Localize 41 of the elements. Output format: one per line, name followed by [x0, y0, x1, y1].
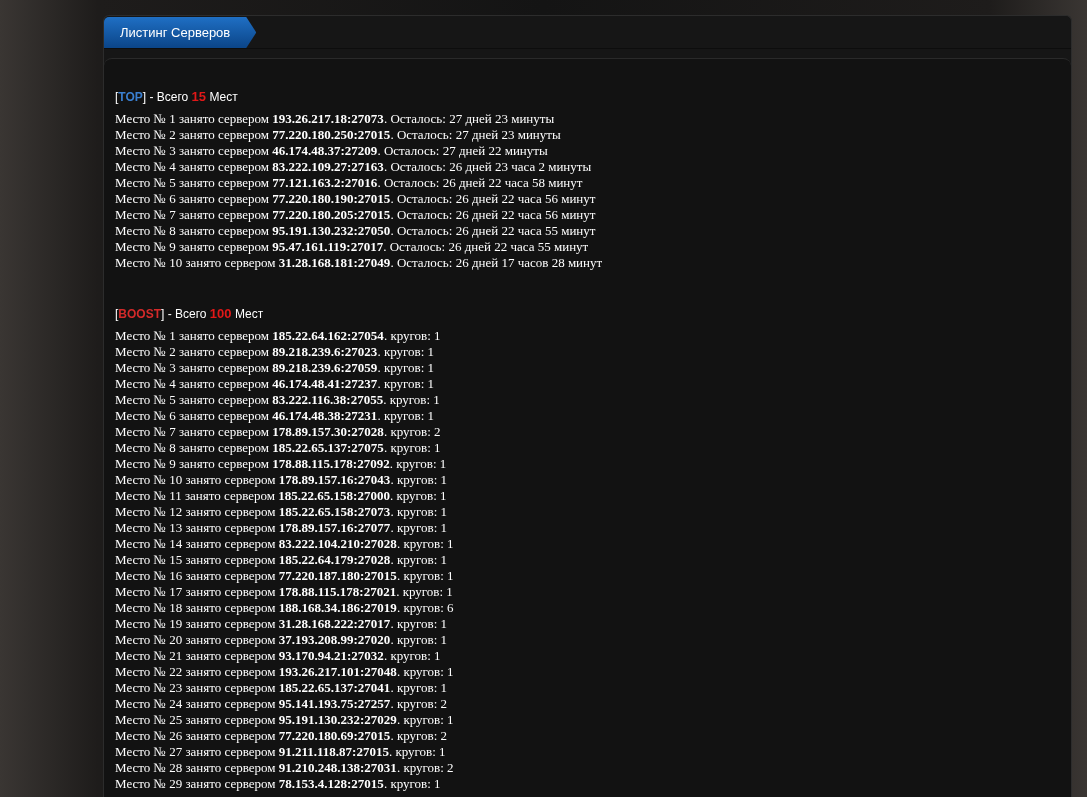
server-slot-line: Место № 18 занято сервером 188.168.34.186:27019. кругов: 6 — [115, 600, 455, 616]
server-slot-line: Место № 4 занято сервером 83.222.109.27:27163. Осталось: 26 дней 23 часа 2 минуты — [115, 159, 593, 175]
server-slot-line: Место № 8 занято сервером 95.191.130.232:27050. Осталось: 26 дней 22 часа 55 минут — [115, 223, 597, 239]
server-slot-line: Место № 3 занято сервером 89.218.239.6:27059. кругов: 1 — [115, 360, 436, 376]
server-slot-line: Место № 1 занято сервером 193.26.217.18:27073. Осталось: 27 дней 23 минуты — [115, 111, 556, 127]
server-slot-line: Место № 25 занято сервером 95.191.130.232:27029. кругов: 1 — [115, 712, 455, 728]
server-slot-line: Место № 28 занято сервером 91.210.248.138:27031. кругов: 2 — [115, 760, 455, 776]
server-slot-line: Место № 10 занято сервером 31.28.168.181:27049. Осталось: 26 дней 17 часов 28 минут — [115, 255, 604, 271]
server-slot-line: Место № 13 занято сервером 178.89.157.16:27077. кругов: 1 — [115, 520, 449, 536]
server-slot-line: Место № 29 занято сервером 78.153.4.128:27015. кругов: 1 — [115, 776, 442, 792]
server-slot-line: Место № 10 занято сервером 178.89.157.16:27043. кругов: 1 — [115, 472, 449, 488]
server-slot-line: Место № 3 занято сервером 46.174.48.37:27209. Осталось: 27 дней 22 минуты — [115, 143, 549, 159]
server-slot-line: Место № 21 занято сервером 93.170.94.21:27032. кругов: 1 — [115, 648, 442, 664]
server-slot-line: Место № 7 занято сервером 178.89.157.30:27028. кругов: 2 — [115, 424, 442, 440]
server-slot-line: Место № 9 занято сервером 95.47.161.119:27017. Осталось: 26 дней 22 часа 55 минут — [115, 239, 590, 255]
server-slot-line: Место № 6 занято сервером 77.220.180.190:27015. Осталось: 26 дней 22 часа 56 минут — [115, 191, 597, 207]
server-slot-line: Место № 16 занято сервером 77.220.187.180:27015. кругов: 1 — [115, 568, 455, 584]
server-slot-line: Место № 6 занято сервером 46.174.48.38:27231. кругов: 1 — [115, 408, 436, 424]
server-slot-line: Место № 5 занято сервером 83.222.116.38:27055. кругов: 1 — [115, 392, 441, 408]
section-heading: [BOOST] - Всего 100 Мест — [115, 306, 265, 322]
server-slot-line: Место № 12 занято сервером 185.22.65.158:27073. кругов: 1 — [115, 504, 449, 520]
server-slot-line: Место № 24 занято сервером 95.141.193.75:27257. кругов: 2 — [115, 696, 449, 712]
server-slot-line: Место № 2 занято сервером 77.220.180.250:27015. Осталось: 27 дней 23 минуты — [115, 127, 562, 143]
server-slot-line: Место № 4 занято сервером 46.174.48.41:27237. кругов: 1 — [115, 376, 436, 392]
server-slot-line: Место № 22 занято сервером 193.26.217.101:27048. кругов: 1 — [115, 664, 455, 680]
server-slot-line: Место № 2 занято сервером 89.218.239.6:27023. кругов: 1 — [115, 344, 436, 360]
server-slot-line: Место № 15 занято сервером 185.22.64.179:27028. кругов: 1 — [115, 552, 449, 568]
server-slot-line: Место № 26 занято сервером 77.220.180.69:27015. кругов: 2 — [115, 728, 449, 744]
server-slot-line: Место № 20 занято сервером 37.193.208.99:27020. кругов: 1 — [115, 632, 449, 648]
server-slot-line: Место № 5 занято сервером 77.121.163.2:27016. Осталось: 26 дней 22 часа 58 минут — [115, 175, 584, 191]
server-slot-line: Место № 1 занято сервером 185.22.64.162:27054. кругов: 1 — [115, 328, 442, 344]
server-slot-line: Место № 17 занято сервером 178.88.115.178:27021. кругов: 1 — [115, 584, 454, 600]
section-heading: [TOP] - Всего 15 Мест — [115, 89, 239, 105]
server-slot-line: Место № 9 занято сервером 178.88.115.178:27092. кругов: 1 — [115, 456, 448, 472]
server-slot-line: Место № 11 занято сервером 185.22.65.158:27000. кругов: 1 — [115, 488, 448, 504]
server-slot-line: Место № 19 занято сервером 31.28.168.222:27017. кругов: 1 — [115, 616, 449, 632]
server-slot-line: Место № 7 занято сервером 77.220.180.205:27015. Осталось: 26 дней 22 часа 56 минут — [115, 207, 597, 223]
server-slot-line: Место № 23 занято сервером 185.22.65.137:27041. кругов: 1 — [115, 680, 449, 696]
server-slot-line: Место № 8 занято сервером 185.22.65.137:27075. кругов: 1 — [115, 440, 442, 456]
server-slot-line: Место № 14 занято сервером 83.222.104.210:27028. кругов: 1 — [115, 536, 455, 552]
server-slot-line: Место № 27 занято сервером 91.211.118.87:27015. кругов: 1 — [115, 744, 447, 760]
